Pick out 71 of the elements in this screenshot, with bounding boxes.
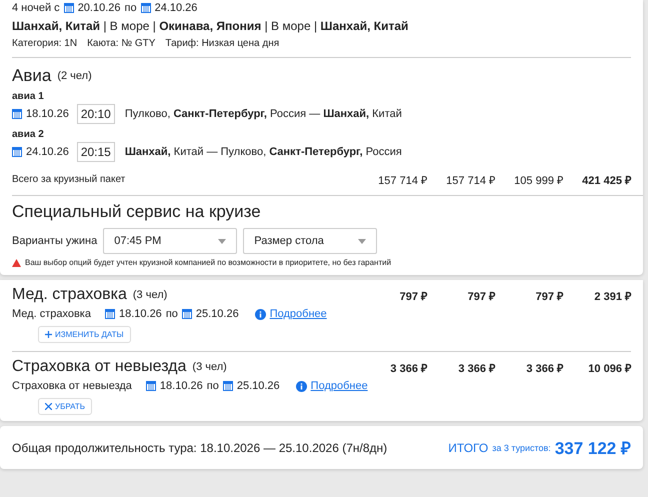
- price: 797 ₽: [534, 290, 563, 302]
- details-link[interactable]: Подробнее: [270, 308, 327, 320]
- calendar-icon: [64, 3, 74, 13]
- calendar-icon: [104, 309, 115, 319]
- price: 3 366 ₽: [525, 362, 563, 374]
- calendar-icon: [182, 309, 192, 319]
- total-label: ИТОГО: [448, 440, 488, 454]
- date-separator: по: [206, 380, 219, 392]
- cruise-route: Шанхай, Китай | В море | Окинава, Япония | В море | Шанхай, Китай: [12, 19, 408, 33]
- calendar-icon: [140, 3, 151, 13]
- time-field[interactable]: 20:10: [76, 104, 115, 124]
- flight-route: Пулково, Санкт-Петербург, Россия — Шанхай, Китай: [124, 108, 402, 120]
- calendar-icon: [146, 381, 156, 391]
- flight-label: авиа 2: [12, 129, 44, 140]
- date: 24.10.26: [154, 2, 198, 14]
- calendar-icon: [12, 147, 22, 157]
- caret-icon: [358, 238, 366, 244]
- cruise-detail: Категория: 1N: [12, 38, 78, 49]
- price: 2 391 ₽: [593, 290, 631, 302]
- price: 157 714 ₽: [445, 174, 495, 187]
- info-icon: [254, 308, 266, 320]
- dropdown[interactable]: 07:45 PM: [103, 228, 238, 254]
- price: 797 ₽: [398, 290, 427, 302]
- price: 105 999 ₽: [513, 174, 563, 187]
- flight-label: авиа 1: [12, 91, 44, 102]
- time-field[interactable]: 20:15: [76, 142, 115, 162]
- people-count: (3 чел): [132, 289, 168, 301]
- date: 20.10.26: [78, 2, 121, 14]
- total-price: 337 122 ₽: [554, 438, 631, 459]
- dinner-label: Варианты ужина: [12, 235, 98, 247]
- plus-icon: [45, 331, 52, 338]
- price: 421 425 ₽: [581, 174, 631, 187]
- flight-date: 24.10.26: [26, 146, 69, 158]
- info-icon: [296, 380, 307, 392]
- date-separator: по: [124, 2, 137, 14]
- insurance-name: Мед. страховка: [12, 308, 91, 320]
- total-subtitle: за 3 туристов:: [492, 442, 551, 452]
- price: 3 366 ₽: [457, 362, 495, 374]
- flight-route: Шанхай, Китай — Пулково, Санкт-Петербург, Россия: [124, 146, 402, 158]
- section-title: Страховка от невыезда: [12, 358, 186, 376]
- price: 157 714 ₽: [377, 174, 427, 187]
- date-separator: по: [166, 308, 178, 320]
- close-icon: [45, 403, 52, 410]
- price: 3 366 ₽: [389, 362, 427, 374]
- change-dates-button[interactable]: ИЗМЕНИТЬ ДАТЫ: [38, 326, 131, 343]
- nights-label: 4 ночей с: [12, 2, 60, 14]
- details-link[interactable]: Подробнее: [310, 380, 368, 392]
- section-title: Специальный сервис на круизе: [12, 202, 261, 222]
- section-title: Авиа: [12, 66, 52, 86]
- warning-icon: [12, 258, 21, 266]
- warning-text: Ваш выбор опций будет учтен круизной компанией по возможности в приоритете, но без гарантий: [25, 258, 392, 267]
- date: 25.10.26: [196, 308, 239, 320]
- people-count: (2 чел): [57, 70, 92, 82]
- cruise-detail: Каюта: № GTY: [87, 38, 156, 49]
- calendar-icon: [12, 109, 22, 119]
- caret-icon: [218, 238, 226, 244]
- cruise-detail: Тариф: Низкая цена дня: [165, 38, 280, 49]
- price: 10 096 ₽: [587, 362, 631, 374]
- remove-button[interactable]: УБРАТЬ: [38, 398, 92, 415]
- date: 25.10.26: [236, 380, 280, 392]
- calendar-icon: [222, 381, 233, 391]
- price: 797 ₽: [466, 290, 495, 302]
- people-count: (3 чел): [192, 361, 227, 373]
- date: 18.10.26: [118, 308, 162, 320]
- insurance-name: Страховка от невыезда: [12, 380, 132, 392]
- dropdown[interactable]: Размер стола: [243, 228, 378, 254]
- flight-date: 18.10.26: [26, 108, 69, 120]
- total-label: Всего за круизный пакет: [12, 174, 126, 185]
- date: 18.10.26: [160, 380, 203, 392]
- tour-duration: Общая продолжительность тура: 18.10.2026 — 25.10.2026 (7н/8дн): [12, 440, 388, 454]
- section-title: Мед. страховка: [12, 286, 127, 304]
